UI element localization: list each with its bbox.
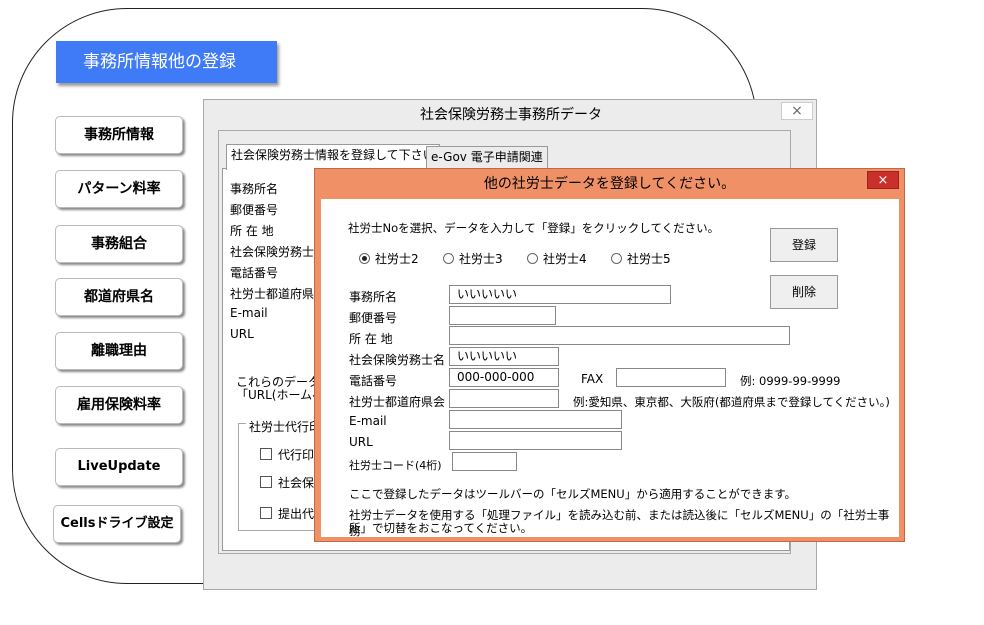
address-input[interactable] [449, 326, 790, 345]
other-sharoshi-dialog: 他の社労士データを登録してください。 × 社労士Noを選択、データを入力して「登… [314, 168, 905, 542]
checkbox[interactable] [260, 448, 272, 460]
radio-sharoshi-5[interactable]: 社労士5 [611, 250, 671, 267]
check-label: 提出代 [278, 507, 315, 521]
prefecture-input[interactable] [449, 389, 559, 408]
fax-input[interactable] [616, 368, 726, 387]
label-code: 社労士コード(4桁) [349, 459, 442, 472]
radio-label: 社労士4 [543, 252, 587, 266]
label-address: 所 在 地 [230, 224, 274, 238]
dialog-body: 社労士Noを選択、データを入力して「登録」をクリックしてください。 社労士2 社… [321, 199, 899, 538]
label-sharoshi: 社会保険労務士 [230, 245, 315, 259]
radio-label: 社労士5 [627, 252, 671, 266]
register-button[interactable]: 登録 [770, 228, 838, 262]
code-input[interactable] [452, 452, 517, 471]
stamp-group-label: 社労士代行印 [246, 418, 325, 435]
check-label: 社会保 [278, 476, 315, 490]
pattern-rate-button[interactable]: パターン料率 [55, 170, 183, 208]
label-email: E-mail [230, 306, 268, 320]
sharoshi-name-input[interactable]: いいいいい [449, 347, 559, 366]
employment-insurance-rate-button[interactable]: 雇用保険料率 [55, 386, 183, 424]
tab-sharoshi-info[interactable]: 社会保険労務士情報を登録して下さい [226, 144, 440, 170]
live-update-button[interactable]: LiveUpdate [55, 448, 183, 486]
label-url: URL [349, 435, 373, 449]
label-phone: 電話番号 [230, 266, 279, 280]
label-phone: 電話番号 [349, 374, 398, 388]
checkbox[interactable] [260, 476, 272, 488]
stamp-check-3[interactable]: 提出代 [260, 505, 314, 522]
close-icon[interactable]: × [867, 171, 899, 189]
radio-icon[interactable] [443, 253, 454, 264]
office-name-input[interactable]: いいいいい [449, 285, 671, 304]
checkbox[interactable] [260, 507, 272, 519]
label-email: E-mail [349, 414, 387, 428]
label-prefecture: 社労士都道府県 [230, 287, 315, 301]
dialog-title: 他の社労士データを登録してください。 [483, 176, 736, 192]
radio-sharoshi-2[interactable]: 社労士2 [359, 250, 419, 267]
note-switch-cont: 所」で切替をおこなってください。 [349, 521, 533, 535]
label-office-name: 事務所名 [230, 182, 279, 196]
radio-sharoshi-3[interactable]: 社労士3 [443, 250, 503, 267]
radio-icon[interactable] [359, 253, 370, 264]
radio-sharoshi-4[interactable]: 社労士4 [527, 250, 587, 267]
radio-icon[interactable] [611, 253, 622, 264]
label-office-name: 事務所名 [349, 290, 398, 304]
note-apply: ここで登録したデータはツールバーの「セルズMENU」から適用することができます。 [349, 487, 797, 501]
office-info-button[interactable]: 事務所情報 [55, 116, 183, 154]
dialog-title: 社会保険労務士事務所データ [420, 107, 602, 123]
labor-union-button[interactable]: 事務組合 [55, 225, 183, 263]
email-input[interactable] [449, 410, 622, 429]
radio-icon[interactable] [527, 253, 538, 264]
tab-egov[interactable]: e-Gov 電子申請関連 [426, 146, 548, 168]
label-fax: FAX [581, 372, 604, 386]
prefecture-name-button[interactable]: 都道府県名 [55, 278, 183, 316]
cells-drive-settings-button[interactable]: Cellsドライブ設定 [53, 505, 181, 543]
note-line: 「URL(ホームペ [236, 388, 325, 402]
prefecture-example: 例:愛知県、東京都、大阪府(都道府県まで登録してください。) [573, 395, 890, 409]
resignation-reason-button[interactable]: 離職理由 [55, 332, 183, 370]
postal-input[interactable] [449, 306, 556, 325]
phone-example: 例: 0999-99-9999 [740, 374, 841, 388]
close-icon[interactable]: × [781, 102, 813, 120]
radio-label: 社労士2 [375, 252, 419, 266]
label-prefecture: 社労士都道府県会 [349, 395, 446, 409]
url-input[interactable] [449, 431, 622, 450]
radio-label: 社労士3 [459, 252, 503, 266]
label-sharoshi-name: 社会保険労務士名 [349, 353, 446, 367]
menu-title: 事務所情報他の登録 [56, 41, 277, 83]
instruction-text: 社労士Noを選択、データを入力して「登録」をクリックしてください。 [348, 221, 720, 235]
label-postal: 郵便番号 [230, 203, 279, 217]
label-url: URL [230, 327, 254, 341]
phone-input[interactable]: 000-000-000 [449, 368, 559, 387]
label-address: 所 在 地 [349, 332, 393, 346]
delete-button[interactable]: 削除 [770, 275, 838, 309]
stamp-check-2[interactable]: 社会保 [260, 474, 314, 491]
label-postal: 郵便番号 [349, 311, 398, 325]
